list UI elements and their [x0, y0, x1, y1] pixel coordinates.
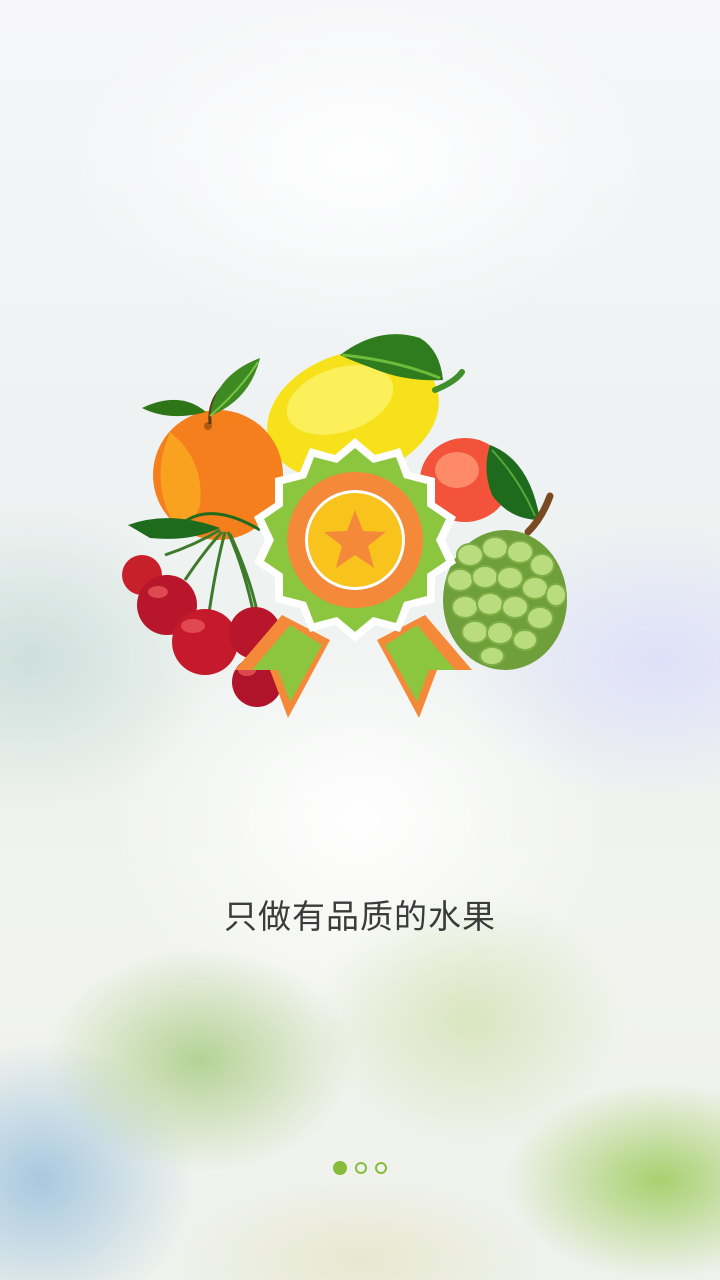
page-dot-1-active[interactable]	[333, 1161, 347, 1175]
cherries-icon	[122, 512, 282, 707]
custard-apple-icon	[443, 492, 567, 670]
page-dot-3[interactable]	[375, 1162, 387, 1174]
page-dot-2[interactable]	[355, 1162, 367, 1174]
page-indicator[interactable]	[0, 1161, 720, 1180]
fruit-quality-illustration	[122, 334, 567, 718]
onboarding-tagline: 只做有品质的水果	[224, 897, 496, 936]
